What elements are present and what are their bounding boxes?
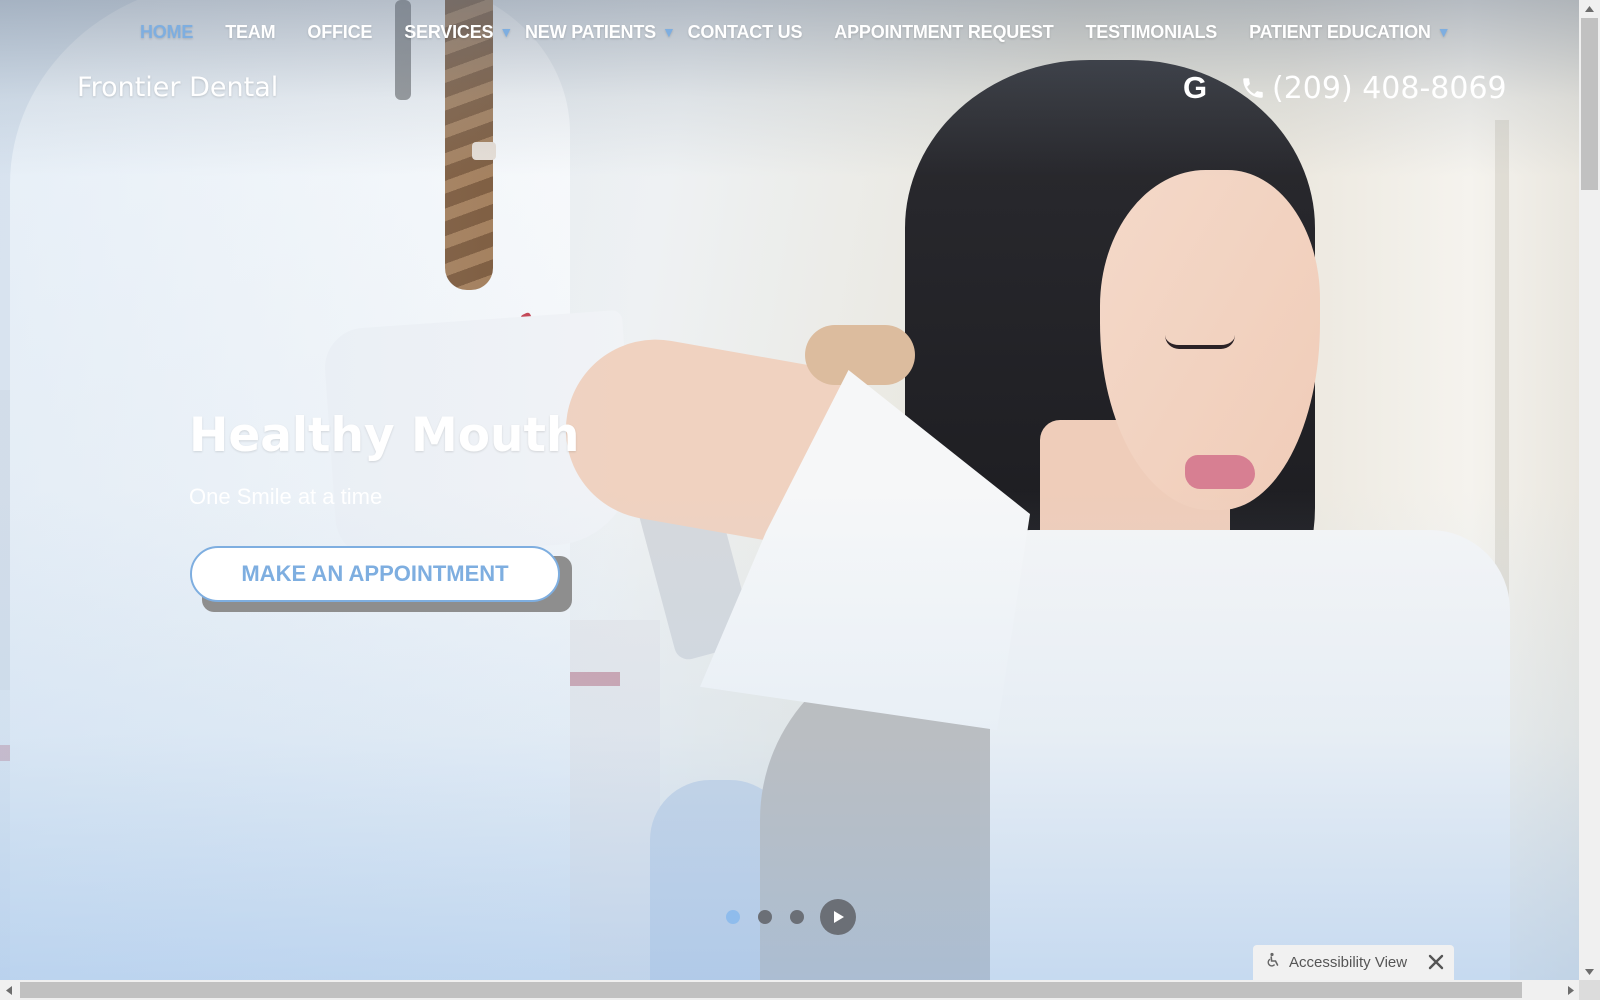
- scroll-up-arrow-icon[interactable]: [1579, 0, 1600, 17]
- carousel-dot-2[interactable]: [758, 910, 772, 924]
- horizontal-scrollbar[interactable]: [0, 980, 1579, 1000]
- nav-item-office[interactable]: OFFICE: [307, 22, 372, 43]
- make-appointment-button[interactable]: MAKE AN APPOINTMENT: [190, 546, 560, 602]
- phone-link[interactable]: (209) 408-8069: [1240, 71, 1507, 106]
- nav-item-contact-us[interactable]: CONTACT US: [688, 22, 803, 43]
- accessibility-bar: Accessibility View: [1253, 945, 1454, 980]
- accessibility-view-link[interactable]: Accessibility View: [1265, 952, 1407, 973]
- carousel-dot-3[interactable]: [790, 910, 804, 924]
- vertical-scroll-thumb[interactable]: [1581, 18, 1598, 190]
- carousel-dot-1[interactable]: [726, 910, 740, 924]
- nav-item-services[interactable]: SERVICES ▼: [404, 22, 513, 43]
- wheelchair-icon: [1265, 952, 1281, 973]
- vertical-scrollbar[interactable]: [1579, 0, 1600, 980]
- nav-item-label: TESTIMONIALS: [1085, 21, 1218, 42]
- play-icon[interactable]: [820, 899, 856, 935]
- nav-item-label: APPOINTMENT REQUEST: [834, 21, 1054, 42]
- chevron-down-icon: ▼: [661, 24, 676, 40]
- nav-item-patient-education[interactable]: PATIENT EDUCATION ▼: [1249, 22, 1450, 43]
- main-navigation: HOME TEAM OFFICE SERVICES ▼ NEW PATIENTS…: [0, 14, 1579, 50]
- close-icon[interactable]: [1426, 952, 1446, 972]
- scroll-down-arrow-icon[interactable]: [1579, 963, 1600, 980]
- chevron-down-icon: ▼: [1436, 24, 1451, 40]
- chevron-down-icon: ▼: [499, 24, 513, 40]
- cta-container: MAKE AN APPOINTMENT: [190, 546, 572, 612]
- patient-bib: [990, 530, 1510, 980]
- nav-item-label: TEAM: [225, 21, 276, 42]
- scroll-left-arrow-icon[interactable]: [0, 980, 17, 1000]
- phone-number: (209) 408-8069: [1272, 70, 1507, 106]
- nav-item-label: SERVICES: [404, 21, 494, 42]
- nav-item-new-patients[interactable]: NEW PATIENTS ▼: [525, 22, 676, 43]
- scroll-right-arrow-icon[interactable]: [1562, 980, 1579, 1000]
- hero-title: Healthy Mouth: [189, 408, 580, 463]
- nav-item-appointment-request[interactable]: APPOINTMENT REQUEST: [834, 22, 1053, 43]
- nav-item-label: PATIENT EDUCATION: [1249, 21, 1431, 42]
- header-contact: G (209) 408-8069: [1180, 70, 1507, 106]
- site-logo-text[interactable]: Frontier Dental: [77, 72, 278, 103]
- carousel-controls: [726, 899, 856, 935]
- nav-item-label: CONTACT US: [687, 21, 803, 42]
- nav-item-testimonials[interactable]: TESTIMONIALS: [1086, 22, 1218, 43]
- nav-item-home[interactable]: HOME: [140, 22, 193, 43]
- nav-item-label: HOME: [140, 21, 194, 42]
- dentist-fingers: [805, 325, 915, 385]
- accessibility-label: Accessibility View: [1289, 954, 1408, 971]
- hair-tie: [472, 142, 496, 160]
- patient-lips: [1185, 455, 1255, 489]
- nav-item-team[interactable]: TEAM: [225, 22, 275, 43]
- page-viewport: HOME TEAM OFFICE SERVICES ▼ NEW PATIENTS…: [0, 0, 1579, 980]
- patient-eye: [1165, 335, 1235, 349]
- google-icon[interactable]: G: [1180, 70, 1210, 106]
- scrollbar-corner: [1579, 980, 1600, 1000]
- horizontal-scroll-thumb[interactable]: [20, 982, 1522, 998]
- nav-item-label: OFFICE: [307, 21, 373, 42]
- nav-item-label: NEW PATIENTS: [525, 21, 656, 42]
- phone-icon: [1240, 75, 1266, 101]
- hero-subtitle: One Smile at a time: [189, 484, 383, 509]
